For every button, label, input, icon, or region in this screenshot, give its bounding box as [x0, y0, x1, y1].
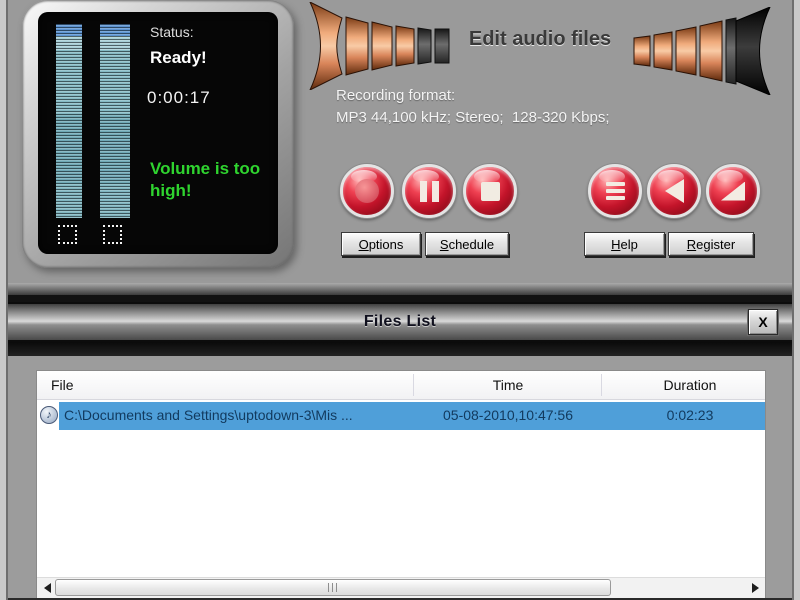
vu-meter-right [100, 24, 130, 218]
display-screen: Status: Ready! 0:00:17 Volume is too hig… [38, 12, 278, 254]
sound-button[interactable] [647, 164, 701, 218]
file-path-cell: C:\Documents and Settings\uptodown-3\Mis… [64, 407, 353, 423]
column-header-file[interactable]: File [51, 377, 74, 393]
file-duration-cell: 0:02:23 [666, 407, 714, 423]
window-divider [0, 295, 800, 302]
files-list-titlebar[interactable]: Files List X [0, 302, 800, 342]
window-bottom-bevel [0, 283, 800, 295]
schedule-button[interactable]: Schedule [425, 232, 509, 256]
status-label: Status: [150, 24, 194, 40]
help-button[interactable]: Help [584, 232, 665, 256]
stop-button[interactable] [463, 164, 517, 218]
menu-icon [605, 182, 625, 200]
file-time-cell: 05-08-2010,10:47:56 [443, 407, 573, 423]
horn-right-icon [633, 7, 771, 95]
volume-warning: Volume is too high! [150, 159, 261, 201]
horn-left-icon [309, 2, 450, 90]
scroll-left-button[interactable] [39, 580, 55, 596]
vu-meter-left [56, 24, 82, 218]
volume-button[interactable] [706, 164, 760, 218]
options-button[interactable]: Options [341, 232, 421, 256]
speaker-icon [664, 179, 684, 203]
left-arrow-icon [43, 583, 51, 593]
pause-icon [419, 180, 439, 202]
files-list-box: File Time Duration ♪ C:\Documents and Se… [36, 370, 766, 598]
window-frame-right [792, 0, 800, 600]
record-icon [355, 179, 379, 203]
recording-format-label: Recording format: [336, 87, 456, 104]
column-header-duration[interactable]: Duration [610, 377, 770, 393]
volume-ramp-icon [721, 181, 745, 201]
scrollbar-thumb[interactable] [55, 579, 611, 596]
files-list-title: Files List [363, 313, 437, 330]
record-button[interactable] [340, 164, 394, 218]
column-divider [413, 374, 414, 396]
app-root: Status: Ready! 0:00:17 Volume is too hig… [0, 0, 800, 600]
register-button[interactable]: Register [668, 232, 754, 256]
recorder-main-window: Status: Ready! 0:00:17 Volume is too hig… [0, 0, 800, 295]
elapsed-time: 0:00:17 [147, 88, 211, 107]
peak-indicator-right-icon [103, 225, 122, 244]
list-header: File Time Duration [37, 371, 765, 400]
scroll-right-button[interactable] [747, 580, 763, 596]
column-divider [601, 374, 602, 396]
close-button[interactable]: X [748, 309, 778, 335]
menu-button[interactable] [588, 164, 642, 218]
pause-button[interactable] [402, 164, 456, 218]
thumb-grip-icon [328, 583, 338, 592]
column-header-time[interactable]: Time [428, 377, 588, 393]
window-frame-left [0, 0, 8, 600]
level-display-device: Status: Ready! 0:00:17 Volume is too hig… [22, 0, 294, 268]
files-list-window: File Time Duration ♪ C:\Documents and Se… [0, 356, 800, 600]
tagline: Edit audio files [468, 28, 612, 50]
horizontal-scrollbar[interactable] [37, 577, 765, 598]
audio-file-icon: ♪ [40, 406, 58, 424]
titlebar-shadow [0, 342, 800, 356]
file-row[interactable]: ♪ C:\Documents and Settings\uptodown-3\M… [37, 402, 765, 430]
right-arrow-icon [751, 583, 759, 593]
status-value: Ready! [150, 48, 207, 67]
recording-format-value: MP3 44,100 kHz; Stereo; 128-320 Kbps; [336, 109, 610, 126]
stop-icon [480, 181, 500, 201]
peak-indicator-left-icon [58, 225, 77, 244]
